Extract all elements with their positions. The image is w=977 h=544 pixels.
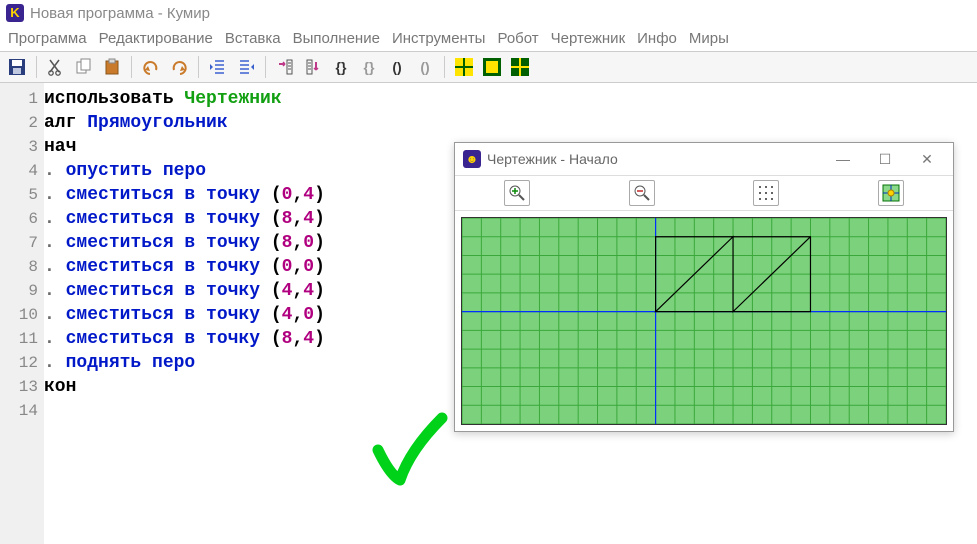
drawing-toolbar [455, 175, 953, 211]
step-into-icon[interactable] [274, 56, 296, 78]
line-number: 12 [0, 351, 44, 375]
line-number: 6 [0, 207, 44, 231]
menubar: Программа Редактирование Вставка Выполне… [0, 26, 977, 51]
toolbar-sep [131, 56, 132, 78]
grid-cross-icon[interactable] [509, 56, 531, 78]
menu-program[interactable]: Программа [4, 28, 91, 49]
cut-icon[interactable] [45, 56, 67, 78]
line-number: 10 [0, 303, 44, 327]
parens-outline-icon[interactable]: () [414, 56, 436, 78]
fit-view-icon[interactable] [878, 180, 904, 206]
menu-run[interactable]: Выполнение [289, 28, 384, 49]
drawing-window-title: Чертежник - Начало [487, 151, 618, 167]
zoom-in-icon[interactable] [504, 180, 530, 206]
drawing-window-titlebar[interactable]: ☻ Чертежник - Начало — ☐ ✕ [455, 143, 953, 175]
line-number: 4 [0, 159, 44, 183]
parens-solid-icon[interactable]: () [386, 56, 408, 78]
line-number: 1 [0, 87, 44, 111]
line-number: 7 [0, 231, 44, 255]
grid-dots-icon[interactable] [753, 180, 779, 206]
minimize-button[interactable]: — [825, 151, 861, 167]
line-number: 3 [0, 135, 44, 159]
redo-icon[interactable] [168, 56, 190, 78]
grid-four-icon[interactable] [453, 56, 475, 78]
drawing-window-icon: ☻ [463, 150, 481, 168]
line-gutter: 1234567891011121314 [0, 83, 44, 544]
line-number: 5 [0, 183, 44, 207]
outdent-icon[interactable] [207, 56, 229, 78]
braces-outline-icon[interactable]: {} [358, 56, 380, 78]
menu-robot[interactable]: Робот [493, 28, 542, 49]
window-title: Новая программа - Кумир [30, 5, 210, 22]
zoom-out-icon[interactable] [629, 180, 655, 206]
menu-insert[interactable]: Вставка [221, 28, 285, 49]
code-line[interactable]: использовать Чертежник [44, 87, 977, 111]
code-line[interactable]: алг Прямоугольник [44, 111, 977, 135]
line-number: 8 [0, 255, 44, 279]
drawing-canvas[interactable] [461, 217, 947, 425]
line-number: 2 [0, 111, 44, 135]
app-icon: K [6, 4, 24, 22]
braces-solid-icon[interactable]: {} [330, 56, 352, 78]
maximize-button[interactable]: ☐ [867, 151, 903, 168]
close-button[interactable]: ✕ [909, 151, 945, 168]
menu-edit[interactable]: Редактирование [95, 28, 217, 49]
toolbar-sep [444, 56, 445, 78]
menu-tools[interactable]: Инструменты [388, 28, 490, 49]
menu-worlds[interactable]: Миры [685, 28, 733, 49]
drawing-window: ☻ Чертежник - Начало — ☐ ✕ [454, 142, 954, 432]
line-number: 14 [0, 399, 44, 423]
grid-ring-icon[interactable] [481, 56, 503, 78]
menu-drafter[interactable]: Чертежник [547, 28, 630, 49]
save-icon[interactable] [6, 56, 28, 78]
toolbar-sep [198, 56, 199, 78]
line-number: 11 [0, 327, 44, 351]
undo-icon[interactable] [140, 56, 162, 78]
line-number: 13 [0, 375, 44, 399]
toolbar-sep [265, 56, 266, 78]
menu-info[interactable]: Инфо [633, 28, 681, 49]
toolbar: {} {} () () [0, 51, 977, 83]
toolbar-sep [36, 56, 37, 78]
copy-icon[interactable] [73, 56, 95, 78]
titlebar: K Новая программа - Кумир [0, 0, 977, 26]
indent-icon[interactable] [235, 56, 257, 78]
toggle-breakpoint-icon[interactable] [302, 56, 324, 78]
line-number: 9 [0, 279, 44, 303]
paste-icon[interactable] [101, 56, 123, 78]
